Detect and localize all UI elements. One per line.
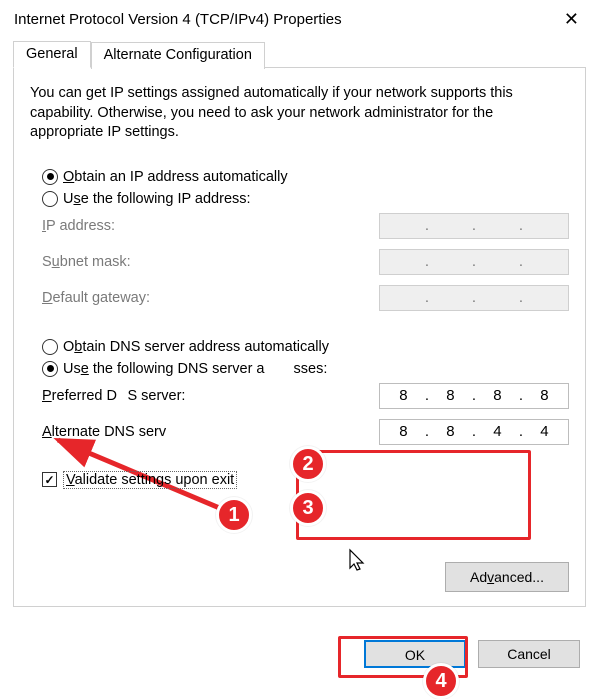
octet: 4 — [533, 423, 555, 440]
radio-icon — [42, 191, 58, 207]
checkbox-icon — [42, 472, 57, 487]
radio-label: Use the following DNS server addresses: — [63, 361, 327, 377]
advanced-button[interactable]: Advanced... — [445, 562, 569, 592]
title-bar: Internet Protocol Version 4 (TCP/IPv4) P… — [0, 0, 599, 40]
subnet-input: . . . — [379, 249, 569, 275]
ok-button[interactable]: OK — [364, 640, 466, 668]
octet: 8 — [439, 423, 461, 440]
radio-label: Obtain DNS server address automatically — [63, 339, 329, 355]
radio-label: Use the following IP address: — [63, 191, 251, 207]
ip-address-label: IP address: — [42, 218, 115, 234]
validate-checkbox-row[interactable]: Validate settings upon exit — [42, 471, 569, 489]
radio-obtain-ip-auto[interactable]: Obtain an IP address automatically — [42, 169, 569, 185]
row-subnet: Subnet mask: . . . — [42, 249, 569, 275]
radio-obtain-dns-auto[interactable]: Obtain DNS server address automatically — [42, 339, 569, 355]
tab-row: General Alternate Configuration — [13, 40, 586, 67]
ip-group: Obtain an IP address automatically Use t… — [30, 169, 569, 311]
general-panel: You can get IP settings assigned automat… — [13, 67, 586, 607]
close-icon[interactable]: ✕ — [558, 8, 585, 30]
gateway-input: . . . — [379, 285, 569, 311]
row-alternate-dns: Alternate DNS serv 8. 8. 4. 4 — [42, 419, 569, 445]
alternate-dns-input[interactable]: 8. 8. 4. 4 — [379, 419, 569, 445]
dns-group: Obtain DNS server address automatically … — [30, 339, 569, 445]
octet: 4 — [486, 423, 508, 440]
octet: 8 — [439, 387, 461, 404]
radio-icon — [42, 169, 58, 185]
gateway-label: Default gateway: — [42, 290, 150, 306]
validate-label: Validate settings upon exit — [63, 471, 237, 489]
cancel-button[interactable]: Cancel — [478, 640, 580, 668]
ip-address-input: . . . — [379, 213, 569, 239]
dialog-buttons: OK Cancel — [364, 640, 580, 668]
preferred-dns-label: Preferred DNS server: — [42, 388, 185, 404]
radio-icon — [42, 339, 58, 355]
intro-text: You can get IP settings assigned automat… — [30, 84, 569, 143]
tab-alternate[interactable]: Alternate Configuration — [91, 42, 265, 69]
octet: 8 — [486, 387, 508, 404]
tab-general[interactable]: General — [13, 41, 91, 68]
row-ip-address: IP address: . . . — [42, 213, 569, 239]
alternate-dns-label: Alternate DNS serv — [42, 424, 166, 440]
radio-use-following-dns[interactable]: Use the following DNS server addresses: — [42, 361, 569, 377]
octet: 8 — [392, 387, 414, 404]
radio-use-following-ip[interactable]: Use the following IP address: — [42, 191, 569, 207]
octet: 8 — [533, 387, 555, 404]
preferred-dns-input[interactable]: 8. 8. 8. 8 — [379, 383, 569, 409]
annotation-badge-4: 4 — [423, 663, 459, 699]
row-gateway: Default gateway: . . . — [42, 285, 569, 311]
window-title: Internet Protocol Version 4 (TCP/IPv4) P… — [14, 11, 342, 28]
octet: 8 — [392, 423, 414, 440]
row-preferred-dns: Preferred DNS server: 8. 8. 8. 8 — [42, 383, 569, 409]
radio-label: Obtain an IP address automatically — [63, 169, 288, 185]
radio-icon — [42, 361, 58, 377]
subnet-label: Subnet mask: — [42, 254, 131, 270]
